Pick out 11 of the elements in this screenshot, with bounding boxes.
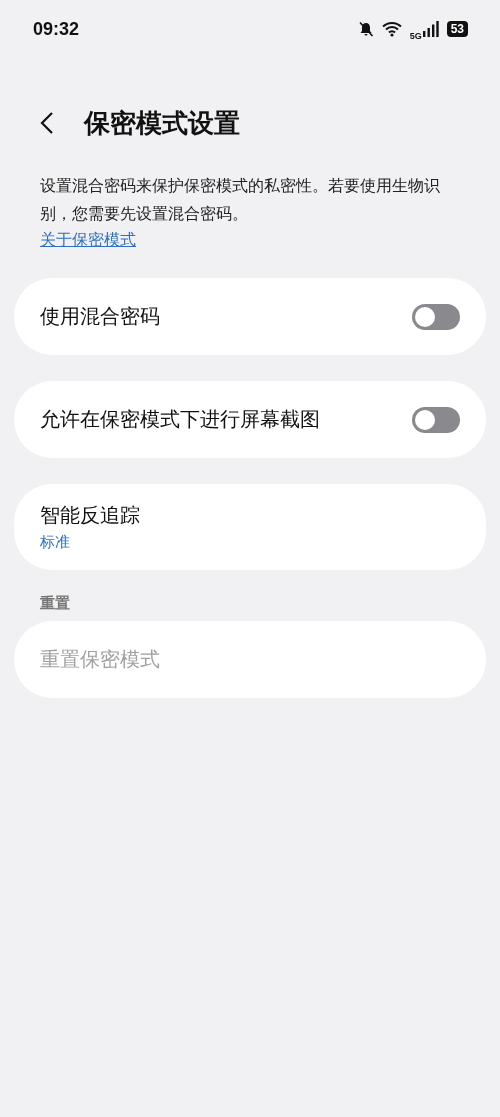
network-type: 5G bbox=[409, 31, 422, 41]
battery-indicator: 53 bbox=[446, 21, 468, 37]
page-title: 保密模式设置 bbox=[84, 106, 240, 140]
description-text: 设置混合密码来保护保密模式的私密性。若要使用生物识别，您需要先设置混合密码。 bbox=[40, 175, 441, 225]
setting-label[interactable]: 智能反追踪 bbox=[40, 502, 140, 529]
about-link[interactable]: 关于保密模式 bbox=[40, 228, 136, 252]
section-title: 重置 bbox=[40, 594, 71, 613]
status-time: 09:32 bbox=[33, 18, 80, 40]
setting-label: 使用混合密码 bbox=[40, 303, 160, 330]
setting-value: 标准 bbox=[40, 533, 71, 552]
setting-label: 允许在保密模式下进行屏幕截图 bbox=[40, 406, 320, 433]
